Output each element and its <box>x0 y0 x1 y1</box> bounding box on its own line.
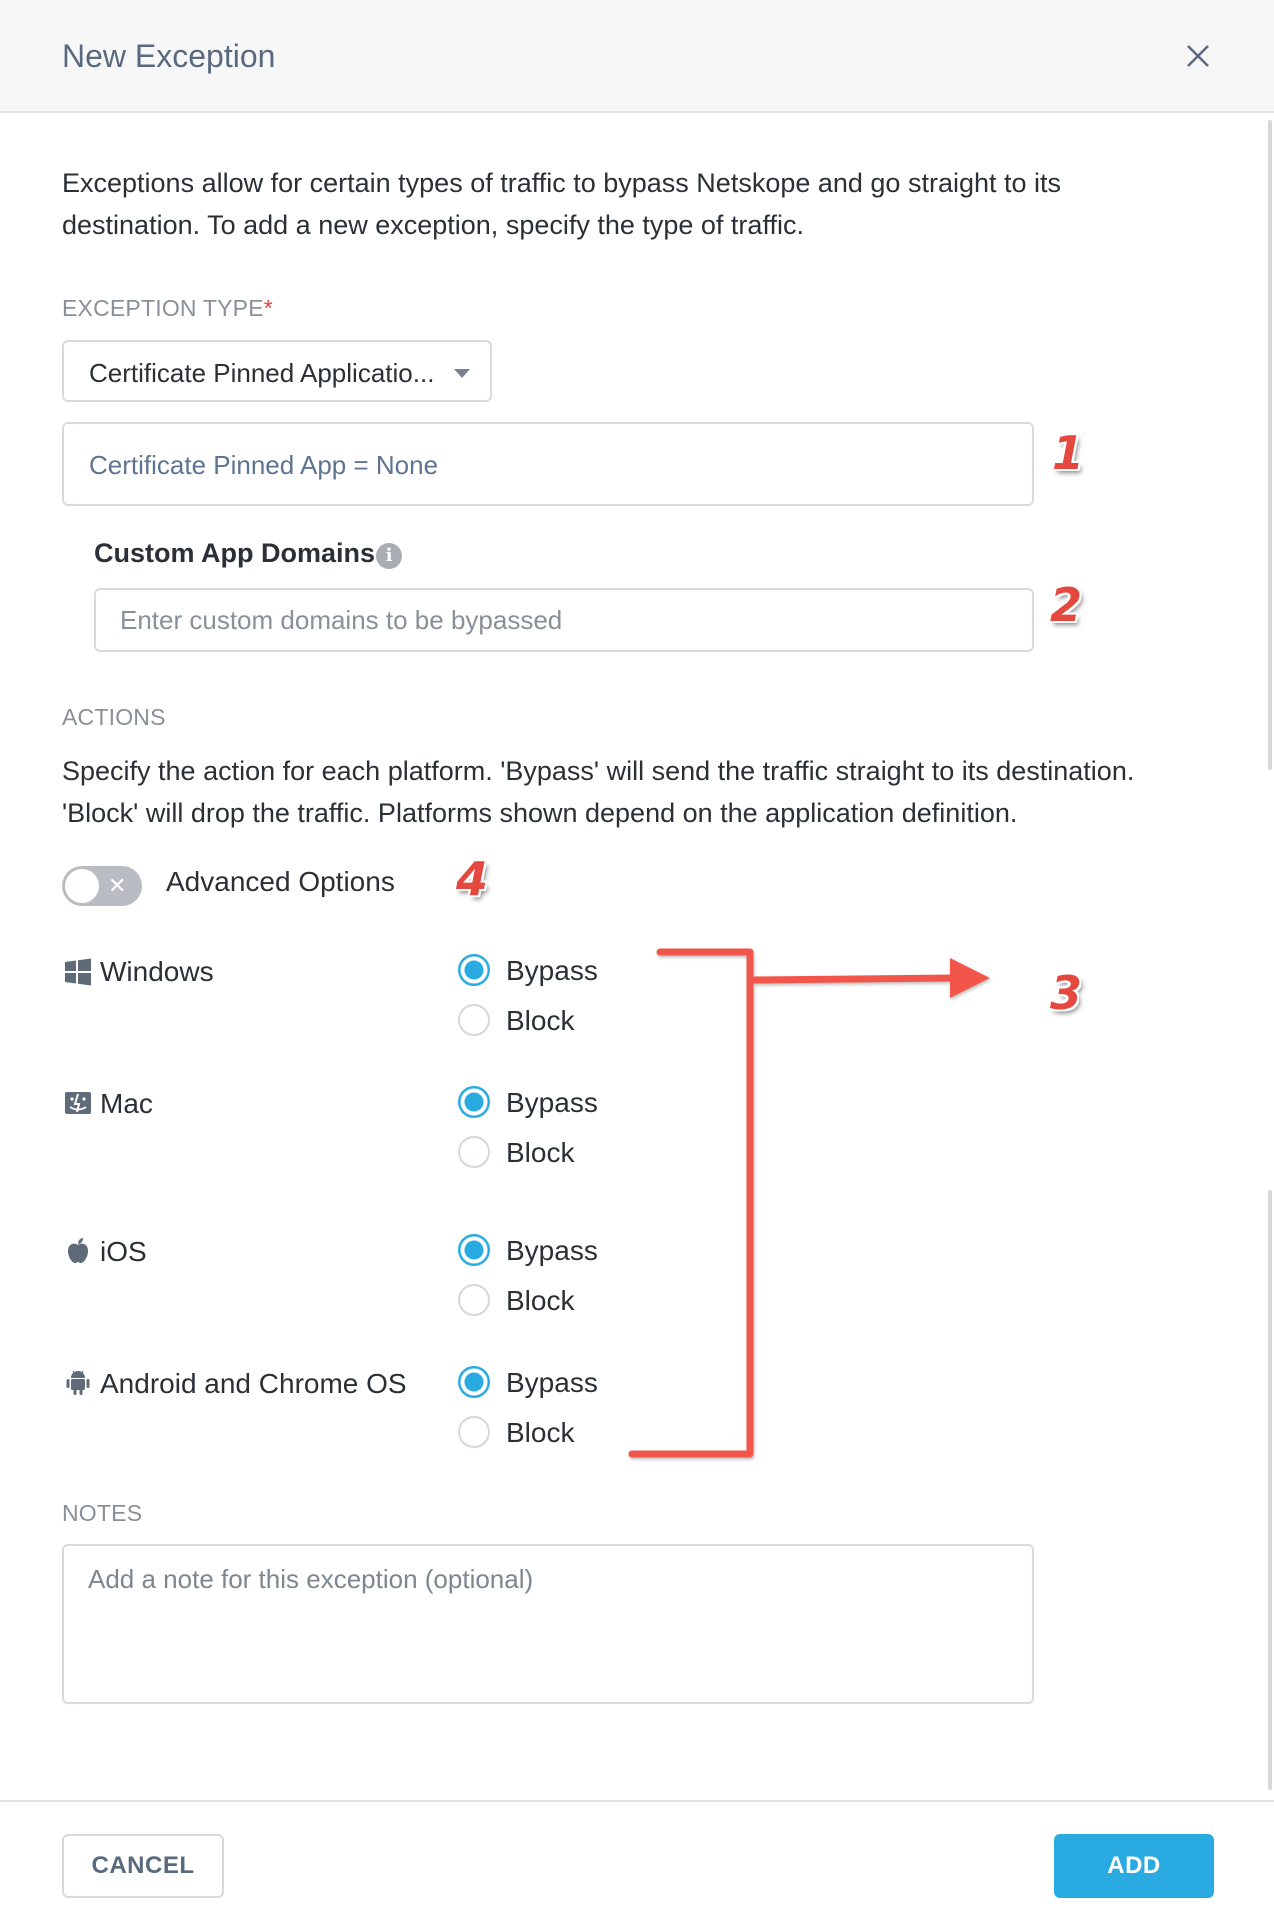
annotation-overlay <box>628 948 990 1458</box>
annotation-number-4: 4 <box>456 852 489 906</box>
annotation-number-1: 1 <box>1052 426 1085 480</box>
annotation-bracket-arrow <box>628 948 990 1458</box>
new-exception-dialog: New Exception Exceptions allow for certa… <box>0 0 1274 1928</box>
annotation-number-2: 2 <box>1050 578 1083 632</box>
annotation-number-3: 3 <box>1050 966 1083 1020</box>
